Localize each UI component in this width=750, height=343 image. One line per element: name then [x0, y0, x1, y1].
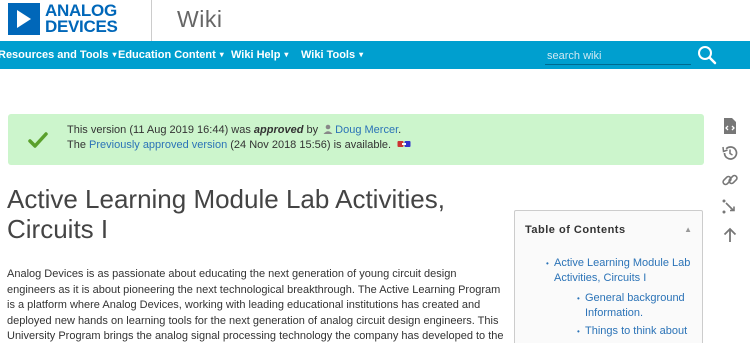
- approval-notice: This version (11 Aug 2019 16:44) was app…: [8, 114, 704, 165]
- chevron-down-icon: ▾: [284, 50, 289, 59]
- history-icon[interactable]: [721, 144, 739, 162]
- check-icon: [28, 132, 48, 148]
- search-icon[interactable]: [697, 45, 717, 65]
- diff-icon[interactable]: [397, 139, 411, 149]
- backlinks-icon[interactable]: [721, 198, 739, 216]
- table-of-contents: Table of Contents ▲ • Active Learning Mod…: [514, 210, 703, 343]
- search-input[interactable]: [545, 48, 691, 65]
- nav-education-content[interactable]: Education Content ▾: [118, 49, 224, 61]
- logo-text: ANALOG DEVICES: [45, 1, 118, 36]
- bullet-icon: •: [546, 259, 549, 268]
- approval-line: This version (11 Aug 2019 16:44) was app…: [67, 124, 402, 136]
- previous-version-line: The Previously approved version (24 Nov …: [67, 139, 411, 151]
- page-title: Active Learning Module Lab Activities, C…: [7, 184, 445, 244]
- link-icon[interactable]: [721, 171, 739, 189]
- header-divider: [151, 0, 152, 41]
- bullet-icon: •: [577, 294, 580, 303]
- user-icon: [323, 124, 333, 134]
- nav-resources-and-tools[interactable]: Resources and Tools ▾: [0, 49, 116, 61]
- chevron-down-icon: ▾: [219, 50, 224, 59]
- toc-item-general-background[interactable]: • General background Information.: [577, 291, 695, 321]
- top-bar: ANALOG DEVICES Wiki: [0, 0, 750, 41]
- site-title[interactable]: Wiki: [177, 6, 222, 33]
- chevron-down-icon: ▾: [359, 50, 364, 59]
- intro-paragraph: Analog Devices is as passionate about ed…: [7, 268, 504, 342]
- approver-user-link[interactable]: Doug Mercer: [335, 124, 398, 136]
- toc-item-active-learning[interactable]: • Active Learning Module Lab Activities, …: [546, 256, 694, 286]
- chevron-down-icon: ▾: [112, 50, 117, 59]
- toc-item-things-to-think-about[interactable]: • Things to think about: [577, 324, 700, 339]
- edit-source-icon[interactable]: [721, 117, 739, 135]
- nav-wiki-tools[interactable]: Wiki Tools ▾: [301, 49, 363, 61]
- toc-collapse-icon[interactable]: ▲: [684, 225, 692, 234]
- previous-version-link[interactable]: Previously approved version: [89, 139, 227, 151]
- logo-mark-icon: [8, 3, 40, 35]
- approved-status: approved: [253, 124, 304, 136]
- back-to-top-icon[interactable]: [721, 226, 739, 244]
- toc-title[interactable]: Table of Contents: [525, 224, 626, 236]
- bullet-icon: •: [577, 327, 580, 336]
- nav-wiki-help[interactable]: Wiki Help ▾: [231, 49, 288, 61]
- analog-devices-logo[interactable]: ANALOG DEVICES: [8, 1, 118, 37]
